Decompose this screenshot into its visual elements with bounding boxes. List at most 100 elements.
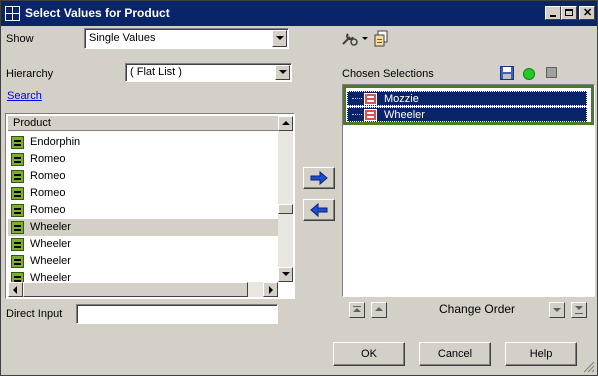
close-button[interactable]: ✕ [579,6,595,20]
scroll-down-button[interactable] [278,267,293,282]
horizontal-scrollbar[interactable] [8,282,278,297]
tree-connector [352,114,362,115]
hierarchy-dropdown[interactable]: ( Flat List ) [125,63,292,82]
window-title: Select Values for Product [25,6,170,20]
chevron-right-icon [269,286,273,294]
horizontal-scroll-thumb[interactable] [23,282,248,297]
cancel-button-label: Cancel [437,348,473,360]
list-item[interactable]: Romeo [8,185,278,202]
list-item-label: Endorphin [30,136,81,148]
title-bar[interactable]: Select Values for Product ✕ [1,1,597,26]
product-column-header-label: Product [13,117,51,129]
show-dropdown-arrow[interactable] [272,30,287,47]
equals-icon [11,136,24,149]
chevron-up-icon [282,121,290,125]
equals-icon [11,221,24,234]
vertical-scrollbar[interactable] [278,116,293,282]
help-button-label: Help [529,348,553,360]
list-item-label: Wheeler [30,255,71,267]
equals-icon [11,170,24,183]
move-top-bar-icon [353,306,361,307]
chosen-selections-list: Mozzie Wheeler [342,84,595,297]
maximize-icon [565,9,573,16]
move-to-bottom-button[interactable] [571,302,587,318]
chevron-up-icon [353,308,361,312]
list-item-selected[interactable]: Wheeler [8,219,278,236]
chosen-item[interactable]: Mozzie [347,91,587,106]
equals-icon [11,238,24,251]
change-order-label: Change Order [439,302,516,316]
ok-button[interactable]: OK [333,342,405,366]
options-icon[interactable] [341,31,359,47]
list-item[interactable]: Romeo [8,168,278,185]
list-item[interactable]: Endorphin [8,134,278,151]
chevron-up-icon [375,307,383,311]
scroll-left-button[interactable] [8,282,23,297]
move-bottom-bar-icon [575,313,583,314]
member-icon [364,109,377,121]
list-item-label: Romeo [30,187,66,199]
remove-selection-button[interactable] [303,199,335,221]
add-selection-button[interactable] [303,167,335,189]
stop-icon[interactable] [546,67,557,78]
chosen-selections-label: Chosen Selections [342,68,434,80]
move-up-button[interactable] [371,302,387,318]
scroll-right-button[interactable] [263,282,278,297]
member-icon [364,93,377,105]
close-icon: ✕ [583,7,593,19]
product-list: Product Endorphin Romeo Romeo Romeo Rome… [5,113,295,299]
equals-icon [11,187,24,200]
tree-connector [352,98,362,99]
direct-input-field[interactable] [76,304,278,324]
ok-button-label: OK [361,348,377,360]
grid-icon [5,6,20,21]
scroll-up-button[interactable] [278,116,293,131]
list-item-label: Romeo [30,204,66,216]
help-button[interactable]: Help [505,342,577,366]
scroll-thumb[interactable] [278,204,293,214]
chevron-down-icon [279,70,287,74]
list-item-label: Wheeler [30,238,71,250]
list-item[interactable]: Romeo [8,151,278,168]
show-label: Show [6,33,34,45]
chevron-down-icon [282,272,290,276]
show-dropdown[interactable]: Single Values [84,28,289,49]
chevron-down-icon [575,306,583,310]
resize-grip-icon[interactable] [583,361,595,373]
dialog-window: Select Values for Product ✕ Show Single … [0,0,598,376]
dropdown-arrow-icon[interactable] [362,37,368,40]
cancel-button[interactable]: Cancel [419,342,491,366]
chevron-down-icon [276,36,284,40]
green-status-icon[interactable] [523,68,535,80]
arrow-left-icon [310,202,328,218]
chosen-item[interactable]: Wheeler [347,107,587,122]
move-down-button[interactable] [549,302,565,318]
equals-icon [11,204,24,217]
chevron-left-icon [13,286,17,294]
minimize-icon [550,15,556,17]
arrow-right-icon [310,170,328,186]
minimize-button[interactable] [545,6,561,20]
search-link[interactable]: Search [7,90,42,102]
hierarchy-label: Hierarchy [6,68,54,80]
equals-icon [11,153,24,166]
maximize-button[interactable] [561,6,577,20]
chosen-item-label: Mozzie [384,93,419,105]
equals-icon [11,255,24,268]
list-item-label: Romeo [30,170,66,182]
direct-input-label: Direct Input [6,308,63,320]
list-item[interactable]: Wheeler [8,253,278,270]
chosen-item-label: Wheeler [384,109,425,121]
show-dropdown-value: Single Values [89,32,156,44]
save-icon[interactable] [500,66,514,80]
hierarchy-dropdown-value: ( Flat List ) [130,66,182,78]
hierarchy-dropdown-arrow[interactable] [275,65,290,80]
product-column-header[interactable]: Product [8,116,278,131]
move-to-top-button[interactable] [349,302,365,318]
list-item[interactable]: Romeo [8,202,278,219]
chevron-down-icon [553,308,561,312]
copy-values-icon[interactable] [373,30,389,47]
list-item-label: Romeo [30,153,66,165]
list-item[interactable]: Wheeler [8,236,278,253]
list-item-label: Wheeler [30,221,71,233]
